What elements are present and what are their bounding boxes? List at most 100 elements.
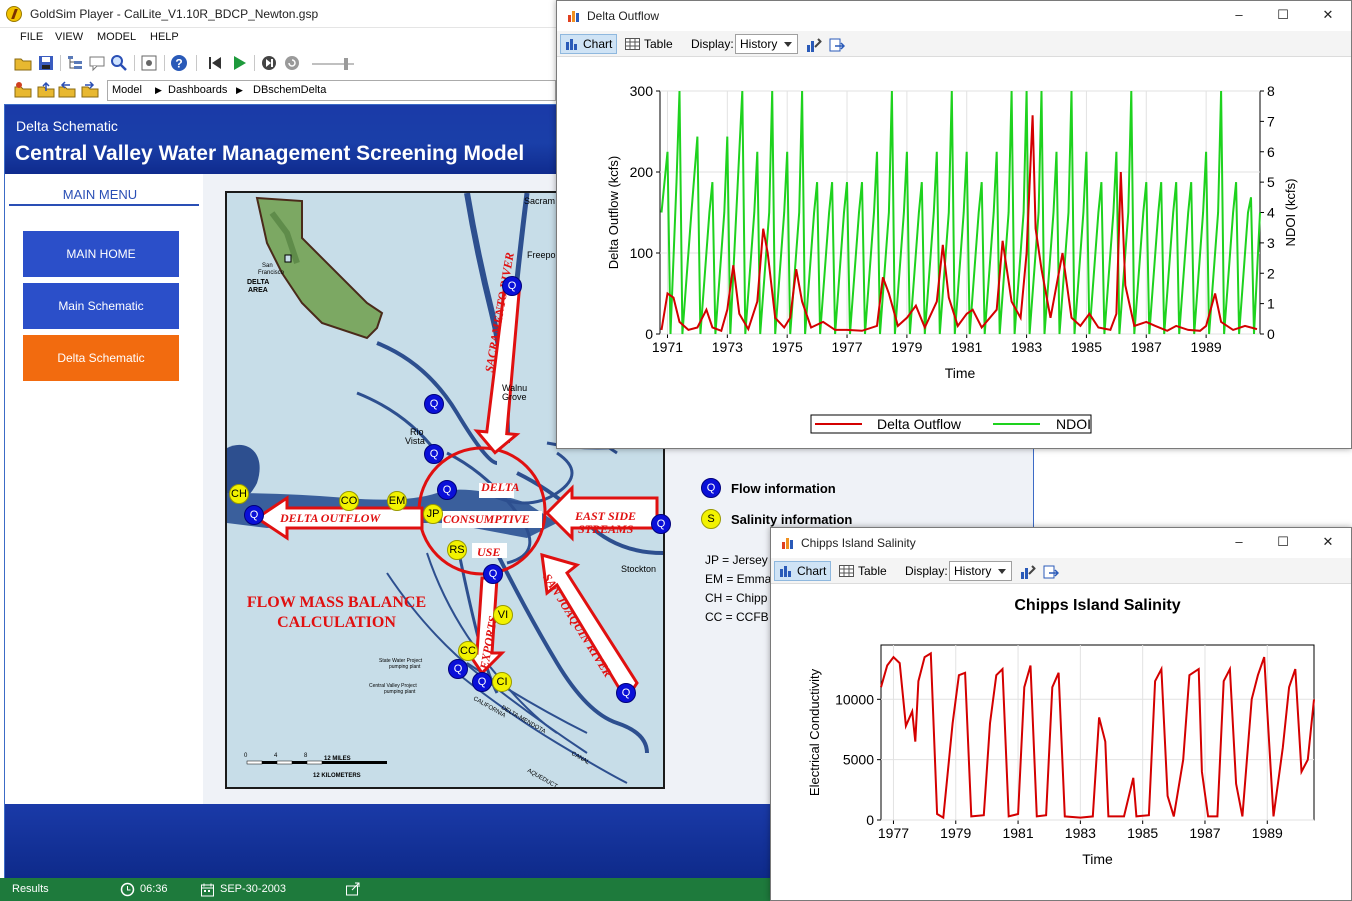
salinity-marker-ccfb[interactable]: CC xyxy=(458,641,478,661)
delta-outflow-window-title: Delta Outflow xyxy=(587,9,660,23)
bar-chart-icon xyxy=(780,566,791,577)
flow-marker-sacramento[interactable]: Q xyxy=(502,276,522,296)
table-tab[interactable]: Table xyxy=(835,561,891,581)
y-tick-label: 100 xyxy=(630,245,654,261)
toolbar-separator xyxy=(164,55,165,71)
salinity-marker-emmaton[interactable]: EM xyxy=(387,491,407,511)
breadcrumb-item[interactable]: Model xyxy=(112,84,142,96)
flow-marker-yolo[interactable]: Q xyxy=(424,394,444,414)
x-tick-label: 1983 xyxy=(1011,339,1042,355)
flow-marker-delta[interactable]: Q xyxy=(437,480,457,500)
dashboard-subtitle: Delta Schematic xyxy=(16,118,118,134)
export-icon[interactable] xyxy=(345,882,361,897)
flow-marker-exports[interactable]: Q xyxy=(483,564,503,584)
flow-marker-swp[interactable]: Q xyxy=(448,659,468,679)
x-tick-label: 1989 xyxy=(1252,825,1283,841)
breadcrumb[interactable]: Model ▶ Dashboards ▶ DBschemDelta xyxy=(107,80,556,101)
export-chart-icon[interactable] xyxy=(1043,564,1059,580)
salinity-marker-ci[interactable]: CI xyxy=(492,672,512,692)
chart-title: Chipps Island Salinity xyxy=(1014,597,1180,614)
y2-tick-label: 7 xyxy=(1267,113,1275,129)
play-icon[interactable] xyxy=(230,54,248,72)
abbreviation-item: CH = Chipp xyxy=(705,591,768,605)
y-tick-label: 200 xyxy=(630,164,654,180)
flow-marker-east-side[interactable]: Q xyxy=(651,514,671,534)
breadcrumb-item[interactable]: Dashboards xyxy=(168,84,227,96)
reset-icon[interactable] xyxy=(283,54,301,72)
x-tick-label: 1977 xyxy=(831,339,862,355)
chipps-salinity-chart[interactable]: 1977 1979 1981 1983 1985 1987 1989 0 5000 10000 Ti… xyxy=(771,585,1351,900)
settings-icon[interactable] xyxy=(140,54,158,72)
export-chart-icon[interactable] xyxy=(829,37,845,53)
speed-slider[interactable] xyxy=(310,57,356,71)
legend-label-delta-outflow: Delta Outflow xyxy=(877,416,962,432)
x-tick-label: 1979 xyxy=(940,825,971,841)
chart-tab[interactable]: Chart xyxy=(774,561,832,581)
maximize-icon[interactable]: ☐ xyxy=(1275,534,1291,550)
menu-view[interactable]: VIEW xyxy=(55,31,83,43)
flow-marker-rio-vista[interactable]: Q xyxy=(424,444,444,464)
salinity-marker-rock-slough[interactable]: RS xyxy=(447,540,467,560)
place-label: Francisco xyxy=(258,270,285,276)
step-icon[interactable] xyxy=(260,54,278,72)
salinity-marker-collinsville[interactable]: CO xyxy=(339,491,359,511)
delta-label: DELTA xyxy=(481,480,520,494)
search-icon[interactable] xyxy=(110,54,128,72)
flow-marker-outflow[interactable]: Q xyxy=(244,505,264,525)
menu-help[interactable]: HELP xyxy=(150,31,179,43)
main-home-button[interactable]: MAIN HOME xyxy=(23,231,179,277)
dashboard-title: Central Valley Water Management Screenin… xyxy=(15,142,525,165)
help-icon[interactable]: ? xyxy=(170,54,188,72)
scale-tick: 8 xyxy=(304,753,308,759)
y2-tick-label: 1 xyxy=(1267,296,1275,312)
salinity-marker-chipps[interactable]: CH xyxy=(229,484,249,504)
calendar-icon xyxy=(201,883,214,897)
maximize-icon[interactable]: ☐ xyxy=(1275,7,1291,23)
flow-marker-san-joaquin[interactable]: Q xyxy=(616,683,636,703)
open-folder-icon[interactable] xyxy=(14,54,32,72)
svg-text:?: ? xyxy=(175,57,182,71)
menu-file[interactable]: FILE xyxy=(20,31,43,43)
mass-balance-caption: FLOW MASS BALANCE xyxy=(246,594,427,611)
table-tab[interactable]: Table xyxy=(621,34,677,54)
salinity-marker-jersey-point[interactable]: JP xyxy=(423,504,443,524)
breadcrumb-item[interactable]: DBschemDelta xyxy=(253,84,326,96)
folder-up-icon[interactable] xyxy=(37,81,55,99)
table-icon xyxy=(839,565,854,577)
scale-miles-label: 12 MILES xyxy=(324,756,351,762)
y2-tick-label: 3 xyxy=(1267,235,1275,251)
tree-view-icon[interactable] xyxy=(66,54,84,72)
delta-outflow-arrow-label: DELTA OUTFLOW xyxy=(280,511,381,525)
y2-axis-label: NDOI (kcfs) xyxy=(1283,179,1298,247)
pumping-plant-label: pumping plant xyxy=(389,664,421,670)
close-icon[interactable]: ✕ xyxy=(1320,534,1336,550)
chart-properties-icon[interactable] xyxy=(1020,564,1036,580)
place-label: Stockton xyxy=(621,564,657,574)
minimize-icon[interactable]: – xyxy=(1231,534,1247,550)
flow-marker-cvp[interactable]: Q xyxy=(472,672,492,692)
chart-tab[interactable]: Chart xyxy=(560,34,618,54)
close-icon[interactable]: ✕ xyxy=(1320,7,1336,23)
x-tick-label: 1973 xyxy=(712,339,743,355)
y-tick-label: 300 xyxy=(630,83,654,99)
salinity-marker-victoria[interactable]: VI xyxy=(493,605,513,625)
save-icon[interactable] xyxy=(37,54,55,72)
delta-schematic-button[interactable]: Delta Schematic xyxy=(23,335,179,381)
y-tick-label: 0 xyxy=(645,326,653,342)
comment-icon[interactable] xyxy=(88,54,106,72)
browse-folder-icon[interactable] xyxy=(14,81,32,99)
delta-outflow-chart[interactable]: 1971 1973 1975 1977 1979 1981 1983 1985 1987 1989… xyxy=(557,58,1351,448)
display-select[interactable]: History xyxy=(949,561,1012,581)
main-menu-divider xyxy=(9,204,199,206)
rewind-icon[interactable] xyxy=(206,54,224,72)
folder-back-icon[interactable] xyxy=(58,81,76,99)
chart-properties-icon[interactable] xyxy=(806,37,822,53)
status-label: Results xyxy=(12,883,49,895)
scale-tick: 0 xyxy=(244,753,248,759)
folder-forward-icon[interactable] xyxy=(81,81,99,99)
main-schematic-button[interactable]: Main Schematic xyxy=(23,283,179,329)
chipps-salinity-window-title: Chipps Island Salinity xyxy=(801,536,916,550)
menu-model[interactable]: MODEL xyxy=(97,31,136,43)
display-select[interactable]: History xyxy=(735,34,798,54)
minimize-icon[interactable]: – xyxy=(1231,7,1247,23)
